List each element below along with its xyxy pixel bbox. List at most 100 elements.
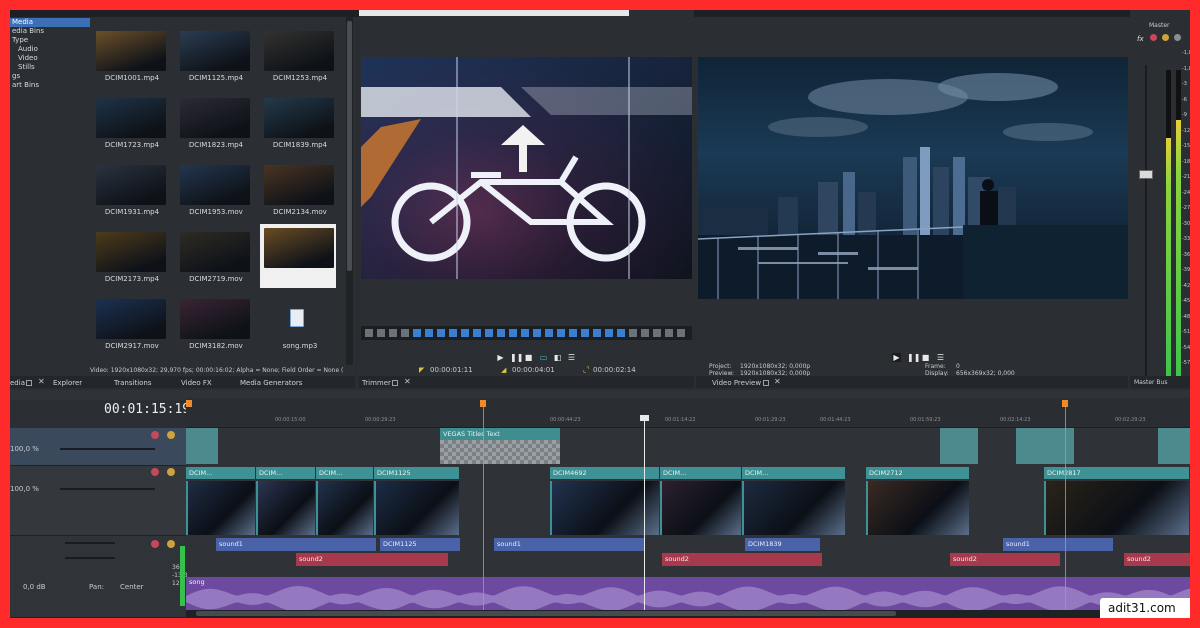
video-clip[interactable]	[866, 481, 969, 535]
video-clip[interactable]	[374, 481, 459, 535]
video-clip[interactable]	[256, 481, 315, 535]
tab-video-fx[interactable]: Video FX	[181, 379, 212, 387]
video-clip-header[interactable]: DCIM...	[256, 467, 315, 479]
fx-icon[interactable]: fx	[1137, 35, 1144, 43]
master-settings-icon[interactable]	[1174, 34, 1181, 41]
marker-1[interactable]	[186, 400, 192, 407]
undock-icon[interactable]	[26, 380, 32, 386]
master-fader-handle[interactable]	[1139, 170, 1153, 179]
track1-mute-icon[interactable]	[151, 431, 159, 439]
preview-play-button[interactable]: ▶	[892, 353, 901, 362]
video-clip-header[interactable]: DCIM...	[660, 467, 741, 479]
media-thumb[interactable]: DCIM2917.mov	[92, 295, 168, 351]
track2-level-slider[interactable]	[60, 488, 155, 490]
play-button[interactable]: ▶	[496, 353, 505, 362]
track2-mute-icon[interactable]	[151, 468, 159, 476]
playhead[interactable]	[644, 415, 645, 615]
video-clip[interactable]	[550, 481, 659, 535]
tree-item-video[interactable]: Video	[10, 54, 90, 63]
media-thumb[interactable]: DCIM2719.mov	[176, 228, 252, 284]
tab-transitions[interactable]: Transitions	[114, 379, 152, 387]
video-clip-header[interactable]: DCIM4692	[550, 467, 659, 479]
media-thumb[interactable]: DCIM3182.mov	[176, 295, 252, 351]
audio-clip[interactable]: sound2	[662, 553, 822, 566]
mute-icon[interactable]	[1150, 34, 1157, 41]
video-clip[interactable]	[316, 481, 373, 535]
video-clip-header[interactable]: DCIM...	[316, 467, 373, 479]
video-clip[interactable]	[742, 481, 845, 535]
preview-menu-icon[interactable]: ☰	[936, 353, 945, 362]
tree-item-audio[interactable]: Audio	[10, 45, 90, 54]
tab-project-media[interactable]: edia	[10, 379, 25, 387]
audio-clip[interactable]: sound2	[296, 553, 448, 566]
audio-solo-icon[interactable]	[167, 540, 175, 548]
pause-button[interactable]: ❚❚	[510, 353, 523, 362]
media-thumb[interactable]: DCIM1001.mp4	[92, 27, 168, 83]
stop-button[interactable]: ■	[524, 353, 533, 362]
title-clip-2-header[interactable]: VEGAS Titles Text	[440, 428, 560, 440]
marker-2[interactable]	[480, 400, 486, 407]
undock-icon[interactable]	[763, 380, 769, 386]
audio-clip[interactable]: sound2	[1124, 553, 1190, 566]
audio-clip[interactable]: sound1	[216, 538, 376, 551]
media-thumb[interactable]: DCIM1823.mp4	[176, 94, 252, 150]
video-clip-header[interactable]: DCIM...	[186, 467, 255, 479]
media-thumb[interactable]: DCIM1839.mp4	[260, 94, 336, 150]
preview-pause-button[interactable]: ❚❚	[907, 353, 920, 362]
media-thumb[interactable]: DCIM1253.mp4	[260, 27, 336, 83]
track1-solo-icon[interactable]	[167, 431, 175, 439]
tab-explorer[interactable]: Explorer	[53, 379, 82, 387]
audio-clip[interactable]: DCIM1125	[380, 538, 460, 551]
track-header-audio[interactable]	[10, 536, 186, 618]
tab-media-generators[interactable]: Media Generators	[240, 379, 302, 387]
trimmer-filmstrip[interactable]	[361, 326, 692, 340]
audio-clip[interactable]: sound1	[1003, 538, 1113, 551]
timeline-scrollbar[interactable]	[186, 610, 1190, 618]
tree-item-media-bins[interactable]: edia Bins	[10, 27, 90, 36]
audio-clip[interactable]: DCIM1839	[745, 538, 820, 551]
loop-button[interactable]: ▭	[539, 353, 548, 362]
media-thumb[interactable]	[260, 224, 336, 288]
track1-level-slider[interactable]	[60, 448, 155, 450]
tree-item-type[interactable]: Type	[10, 36, 90, 45]
audio2-volume-slider[interactable]	[65, 557, 115, 559]
tab-trimmer[interactable]: Trimmer	[362, 379, 391, 387]
tab-master-bus[interactable]: Master Bus	[1134, 379, 1167, 386]
media-thumb[interactable]: DCIM1931.mp4	[92, 161, 168, 217]
media-thumb[interactable]: DCIM2173.mp4	[92, 228, 168, 284]
video-clip-header[interactable]: DCIM2712	[866, 467, 969, 479]
tree-item-stills[interactable]: Stills	[10, 63, 90, 72]
title-clip-2[interactable]	[440, 440, 560, 464]
audio1-volume-slider[interactable]	[65, 542, 115, 544]
media-thumb[interactable]: DCIM2134.mov	[260, 161, 336, 217]
media-thumb[interactable]: DCIM1125.mp4	[176, 27, 252, 83]
tab-video-preview[interactable]: Video Preview	[712, 379, 761, 387]
close-icon[interactable]: ✕	[404, 377, 411, 386]
video-clip-header[interactable]: DCIM...	[742, 467, 845, 479]
video-clip[interactable]	[186, 481, 255, 535]
media-thumb[interactable]: DCIM1723.mp4	[92, 94, 168, 150]
close-icon[interactable]: ✕	[774, 377, 781, 386]
video-clip[interactable]	[660, 481, 741, 535]
playhead-handle[interactable]	[640, 415, 649, 421]
audio-mute-icon[interactable]	[151, 540, 159, 548]
track2-solo-icon[interactable]	[167, 468, 175, 476]
mark-in-button[interactable]: ◧	[553, 353, 562, 362]
title-clip-3[interactable]	[940, 428, 978, 464]
track-header-video[interactable]	[10, 466, 186, 536]
media-thumb[interactable]: song.mp3	[260, 295, 336, 351]
title-clip-1[interactable]	[186, 428, 218, 464]
preview-stop-button[interactable]: ■	[921, 353, 930, 362]
timeline-ruler[interactable]	[186, 398, 1190, 428]
media-scrollbar[interactable]	[346, 17, 353, 365]
marker-3[interactable]	[1062, 400, 1068, 407]
solo-icon[interactable]	[1162, 34, 1169, 41]
audio-clip[interactable]: sound1	[494, 538, 644, 551]
tree-item-smart-bins[interactable]: art Bins	[10, 81, 90, 90]
media-thumb[interactable]: DCIM1953.mov	[176, 161, 252, 217]
title-clip-5[interactable]	[1158, 428, 1190, 464]
audio-clip[interactable]: sound2	[950, 553, 1060, 566]
close-icon[interactable]: ✕	[38, 377, 45, 386]
tree-item-media[interactable]: Media	[10, 18, 90, 27]
undock-icon[interactable]	[392, 380, 398, 386]
